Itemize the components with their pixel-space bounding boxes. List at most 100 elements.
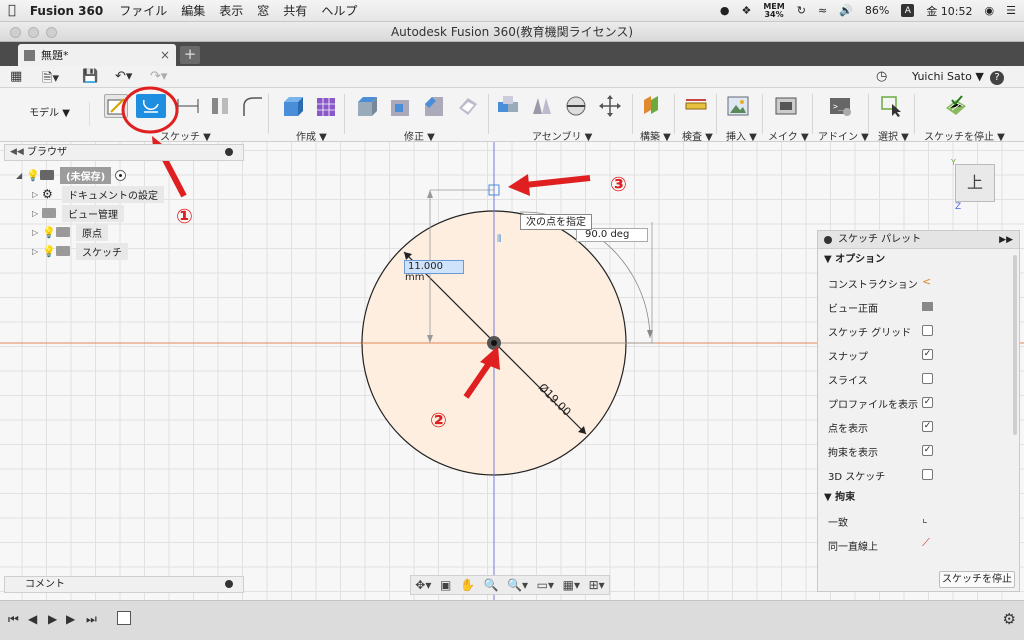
dropbox-icon[interactable]: ❖ [741,4,751,17]
option-construction[interactable]: コンストラクション < [818,271,1019,295]
play-icon[interactable]: ▶ [48,612,57,626]
browser-item-named-views[interactable]: ▷ ビュー管理 [32,204,124,222]
option-look-at[interactable]: ビュー正面 [818,295,1019,319]
user-account-menu[interactable]: Yuichi Sato ▼ [912,70,984,83]
constraints-section-header[interactable]: ▼ 拘束 [818,487,1019,509]
slice-checkbox[interactable] [922,373,933,384]
constraint-coincident[interactable]: 一致 ⌞ [818,509,1019,533]
pin-icon[interactable] [225,148,233,156]
make-group-menu[interactable]: メイク ▼ [768,128,809,143]
look-at-icon[interactable] [922,302,933,311]
modify-group-menu[interactable]: 修正 ▼ [404,128,435,143]
option-slice[interactable]: スライス [818,367,1019,391]
browser-item-document-settings[interactable]: ▷ ⚙ ドキュメントの設定 [32,185,164,203]
menu-help[interactable]: ヘルプ [321,2,357,19]
sketch-mirror-icon[interactable] [208,94,232,118]
expand-triangle-icon[interactable]: ▷ [32,209,42,218]
assemble-group-menu[interactable]: アセンブリ ▼ [532,128,592,143]
go-to-start-icon[interactable]: ⏮ [8,612,19,627]
scripts-addins-icon[interactable]: >_ [828,94,852,118]
visibility-bulb-icon[interactable]: 💡 [42,226,56,239]
expand-palette-icon[interactable]: ▶▶ [999,231,1013,249]
show-profile-checkbox[interactable]: ✓ [922,397,933,408]
fit-zoom-icon[interactable]: 🔍▾ [507,578,528,592]
new-component-icon[interactable] [496,94,520,118]
snap-checkbox[interactable]: ✓ [922,349,933,360]
pin-icon[interactable] [225,580,233,588]
coincident-constraint-icon[interactable]: ⌞ [922,511,928,525]
joint-icon[interactable] [530,94,554,118]
addins-group-menu[interactable]: アドイン ▼ [818,128,869,143]
look-at-icon[interactable]: ▣ [440,578,451,592]
menu-file[interactable]: ファイル [119,2,167,19]
undo-icon[interactable]: ↶▾ [115,69,132,84]
timeline-sketch-feature-icon[interactable] [117,611,131,625]
chamfer-icon[interactable] [422,94,446,118]
job-status-clock-icon[interactable]: ◷ [876,69,887,84]
construct-group-menu[interactable]: 構築 ▼ [640,128,671,143]
step-back-icon[interactable]: ◀ [28,612,37,626]
select-icon[interactable] [880,94,904,118]
constraint-collinear[interactable]: 同一直線上 ⟋ [818,533,1019,557]
box-grid-icon[interactable] [314,94,338,118]
grid-settings-icon[interactable]: ▦▾ [563,578,580,592]
expand-triangle-icon[interactable]: ▷ [32,228,42,237]
workspace-switcher[interactable]: モデル ▼ [10,102,90,126]
option-show-constraints[interactable]: 拘束を表示 ✓ [818,439,1019,463]
stop-sketch-group-menu[interactable]: スケッチを停止 ▼ [924,128,1005,143]
menu-edit[interactable]: 編集 [181,2,205,19]
sketch-group-menu[interactable]: スケッチ ▼ [160,128,211,143]
3d-print-icon[interactable] [774,94,798,118]
viewcube-top-face[interactable]: 上 [967,173,983,192]
pin-icon[interactable] [824,236,832,244]
orbit-icon[interactable]: ✥▾ [415,578,431,592]
data-panel-grid-icon[interactable]: ▦ [10,69,22,84]
comments-panel-header[interactable]: コメント [4,576,244,593]
radius-input-box[interactable]: 11.000 mm [404,260,464,283]
palette-scrollbar[interactable] [1013,255,1017,435]
minimize-window-button[interactable] [28,27,39,38]
step-forward-icon[interactable]: ▶ [66,612,75,626]
document-tab[interactable]: 無題* × [18,44,176,66]
offset-plane-icon[interactable] [640,94,664,118]
expand-triangle-icon[interactable]: ▷ [32,190,42,199]
timeline-settings-gear-icon[interactable]: ⚙ [1003,610,1016,628]
sketch-grid-checkbox[interactable] [922,325,933,336]
zoom-icon[interactable]: 🔍 [484,578,499,592]
browser-panel-header[interactable]: ◀◀ ブラウザ [4,144,244,161]
shell-icon[interactable] [456,94,480,118]
pan-icon[interactable]: ✋ [460,578,475,592]
extrude-icon[interactable] [280,94,304,118]
input-mode-indicator[interactable]: A [901,4,915,17]
option-3d-sketch[interactable]: 3D スケッチ [818,463,1019,487]
collapse-triangle-icon[interactable]: ◢ [16,171,26,180]
option-show-profile[interactable]: プロファイルを表示 ✓ [818,391,1019,415]
wifi-icon[interactable]: ≈ [818,4,827,17]
sketch-fillet-icon[interactable] [240,94,264,118]
options-section-header[interactable]: ▼ オプション [818,249,1019,271]
select-group-menu[interactable]: 選択 ▼ [878,128,909,143]
display-settings-icon[interactable]: ▭▾ [537,578,554,592]
time-machine-icon[interactable]: ↻ [797,4,806,17]
volume-icon[interactable]: 🔊 [839,4,853,17]
insert-image-icon[interactable] [726,94,750,118]
zoom-window-button[interactable] [46,27,57,38]
sketch-circle-tool-icon[interactable] [136,94,166,118]
measure-icon[interactable] [684,94,708,118]
close-tab-icon[interactable]: × [160,48,170,62]
viewcube[interactable]: 上 [955,164,995,202]
drive-joints-icon[interactable] [598,94,622,118]
sketch-palette-header[interactable]: スケッチ パレット ▶▶ [818,231,1019,249]
close-window-button[interactable] [10,27,21,38]
memory-indicator[interactable]: MEM 34% [763,2,784,19]
new-tab-button[interactable]: + [180,46,200,64]
as-built-joint-icon[interactable] [564,94,588,118]
active-component-radio[interactable] [115,169,127,181]
menu-view[interactable]: 表示 [219,2,243,19]
menu-window[interactable]: 窓 [257,2,269,19]
visibility-bulb-icon[interactable]: 💡 [26,169,40,182]
stop-sketch-button[interactable]: スケッチを停止 [939,571,1015,588]
press-pull-icon[interactable] [354,94,378,118]
browser-item-sketches[interactable]: ▷ 💡 スケッチ [32,242,128,260]
stop-sketch-icon[interactable] [944,94,968,118]
